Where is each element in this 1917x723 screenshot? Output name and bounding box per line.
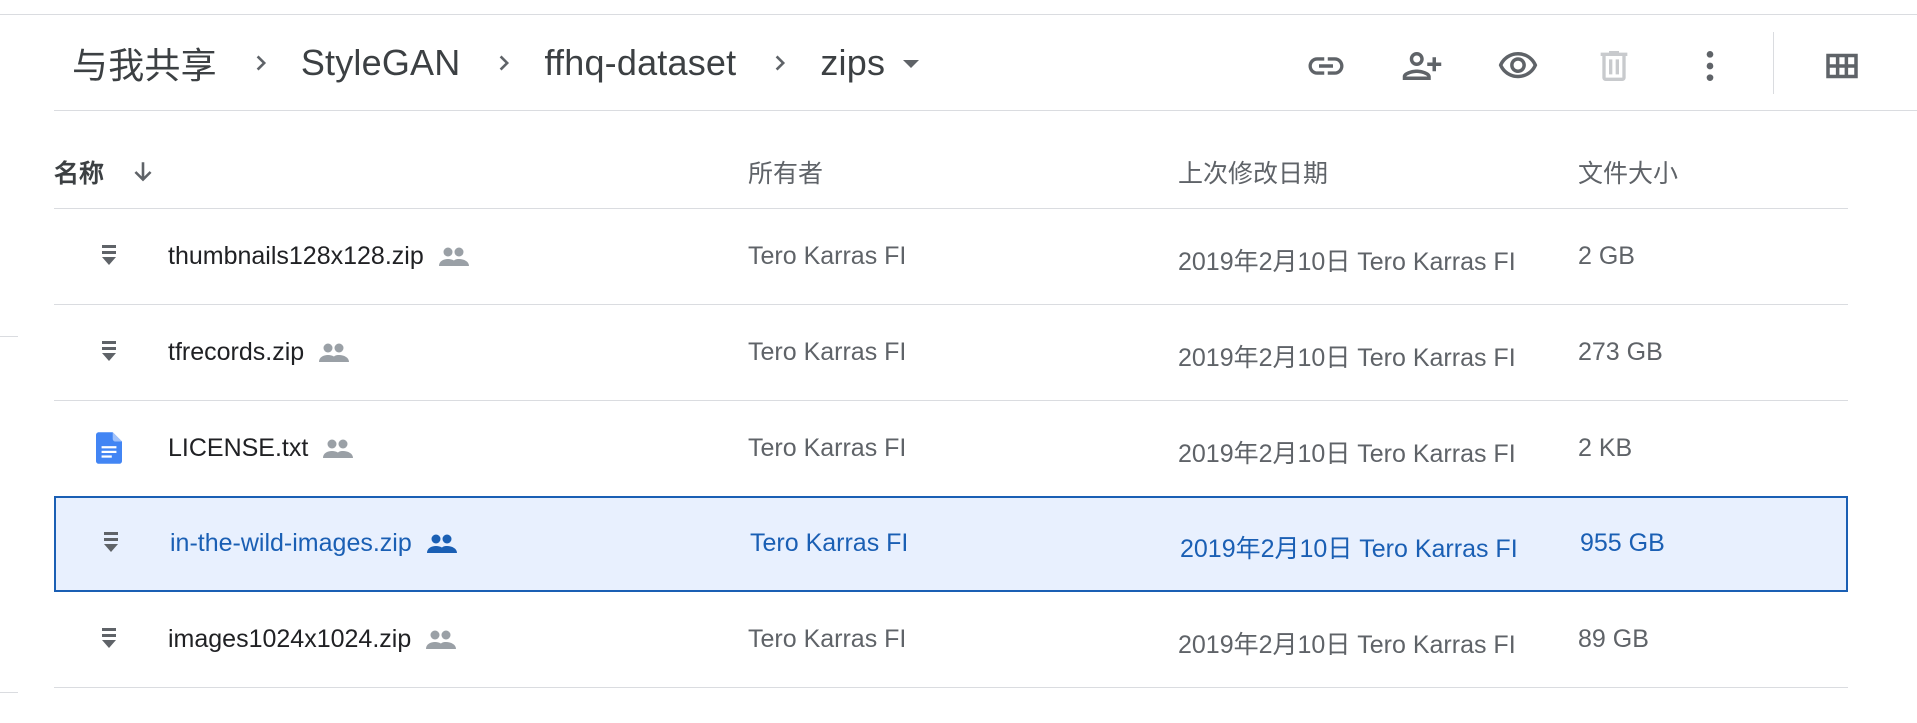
table-row[interactable]: tfrecords.zip Tero Karras FI 2019年2月10日 … [54,305,1848,401]
toolbar [54,16,1917,110]
table-row[interactable]: images1024x1024.zip Tero Karras FI 2019年… [54,592,1848,688]
trash-icon[interactable] [1593,45,1635,87]
file-name-text: LICENSE.txt [168,434,309,462]
modified-cell: 2019年2月10日 Tero Karras FI [1178,248,1516,276]
file-name[interactable]: LICENSE.txt [168,434,354,463]
link-icon[interactable] [1305,45,1347,87]
owner-cell: Tero Karras FI [748,242,907,270]
modified-cell: 2019年2月10日 Tero Karras FI [1178,344,1516,372]
modified-cell: 2019年2月10日 Tero Karras FI [1178,440,1516,468]
owner-cell: Tero Karras FI [750,529,909,557]
file-name-text: images1024x1024.zip [168,625,412,653]
column-name-header[interactable]: 名称 [54,154,156,190]
column-name-label: 名称 [54,160,105,188]
modified-cell: 2019年2月10日 Tero Karras FI [1178,631,1516,659]
zip-file-icon [96,622,122,656]
file-name[interactable]: in-the-wild-images.zip [170,529,458,558]
file-list: 名称 所有者 上次修改日期 文件大小 thumbnails128x128.zip… [54,110,1848,688]
preview-icon[interactable] [1497,45,1539,87]
size-cell: 89 GB [1578,625,1649,653]
top-divider [0,14,1917,15]
modified-cell: 2019年2月10日 Tero Karras FI [1180,535,1518,563]
sort-arrow-down-icon[interactable] [130,159,156,185]
file-name[interactable]: tfrecords.zip [168,338,350,367]
file-name[interactable]: thumbnails128x128.zip [168,242,470,271]
column-size-header[interactable]: 文件大小 [1578,154,1678,190]
shared-people-icon [322,438,354,460]
file-name-text: in-the-wild-images.zip [170,529,412,557]
table-row-selected[interactable]: in-the-wild-images.zip Tero Karras FI 20… [54,496,1848,592]
edge-tick [0,692,18,693]
grid-view-icon[interactable] [1821,45,1863,87]
owner-cell: Tero Karras FI [748,338,907,366]
more-vert-icon[interactable] [1689,45,1731,87]
shared-people-icon [318,342,350,364]
table-header: 名称 所有者 上次修改日期 文件大小 [54,110,1848,209]
add-person-icon[interactable] [1401,45,1443,87]
header: 与我共享 StyleGAN ffhq-dataset zips [54,16,1917,111]
size-cell: 2 GB [1578,242,1635,270]
column-owner-header[interactable]: 所有者 [748,154,823,190]
shared-people-icon [438,246,470,268]
column-modified-header[interactable]: 上次修改日期 [1178,154,1328,190]
size-cell: 273 GB [1578,338,1663,366]
size-cell: 955 GB [1580,529,1665,557]
table-row[interactable]: LICENSE.txt Tero Karras FI 2019年2月10日 Te… [54,401,1848,497]
shared-people-icon [426,533,458,555]
file-name[interactable]: images1024x1024.zip [168,625,457,654]
owner-cell: Tero Karras FI [748,434,907,462]
table-row[interactable]: thumbnails128x128.zip Tero Karras FI 201… [54,209,1848,305]
owner-cell: Tero Karras FI [748,625,907,653]
edge-tick [0,336,18,337]
toolbar-divider [1773,32,1774,94]
file-name-text: thumbnails128x128.zip [168,242,424,270]
google-doc-icon [96,431,122,465]
size-cell: 2 KB [1578,434,1633,462]
file-name-text: tfrecords.zip [168,338,305,366]
zip-file-icon [98,526,124,560]
zip-file-icon [96,239,122,273]
zip-file-icon [96,335,122,369]
shared-people-icon [425,629,457,651]
